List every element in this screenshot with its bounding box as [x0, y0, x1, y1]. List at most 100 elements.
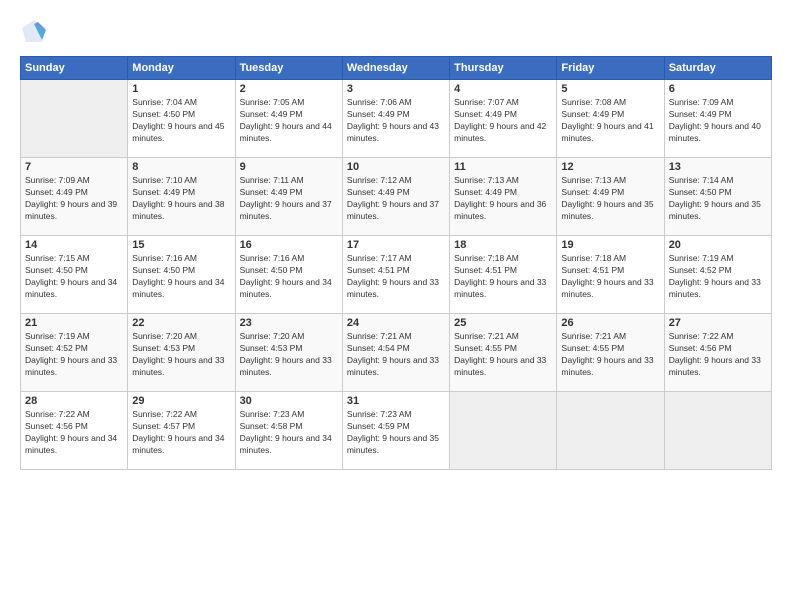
day-info: Sunrise: 7:23 AMSunset: 4:58 PMDaylight:… [240, 409, 338, 457]
day-info: Sunrise: 7:20 AMSunset: 4:53 PMDaylight:… [132, 331, 230, 379]
weekday-header-tuesday: Tuesday [235, 57, 342, 80]
calendar-cell: 24 Sunrise: 7:21 AMSunset: 4:54 PMDayligh… [342, 314, 449, 392]
day-number: 19 [561, 239, 659, 251]
day-number: 27 [669, 317, 767, 329]
calendar-cell: 2 Sunrise: 7:05 AMSunset: 4:49 PMDaylight… [235, 80, 342, 158]
day-number: 13 [669, 161, 767, 173]
day-info: Sunrise: 7:09 AMSunset: 4:49 PMDaylight:… [669, 97, 767, 145]
day-info: Sunrise: 7:10 AMSunset: 4:49 PMDaylight:… [132, 175, 230, 223]
calendar-cell: 19 Sunrise: 7:18 AMSunset: 4:51 PMDayligh… [557, 236, 664, 314]
calendar-cell: 10 Sunrise: 7:12 AMSunset: 4:49 PMDayligh… [342, 158, 449, 236]
calendar-cell: 5Sunrise: 7:08 AMSunset: 4:49 PMDaylight… [557, 80, 664, 158]
day-info: Sunrise: 7:16 AMSunset: 4:50 PMDaylight:… [132, 253, 230, 301]
day-info: Sunrise: 7:19 AMSunset: 4:52 PMDaylight:… [669, 253, 767, 301]
calendar-cell: 13 Sunrise: 7:14 AMSunset: 4:50 PMDayligh… [664, 158, 771, 236]
day-number: 30 [240, 395, 338, 407]
calendar-cell: 9Sunrise: 7:11 AMSunset: 4:49 PMDaylight… [235, 158, 342, 236]
calendar-cell [21, 80, 128, 158]
day-number: 21 [25, 317, 123, 329]
calendar-cell: 6 Sunrise: 7:09 AMSunset: 4:49 PMDaylight… [664, 80, 771, 158]
calendar-cell: 17 Sunrise: 7:17 AMSunset: 4:51 PMDayligh… [342, 236, 449, 314]
calendar-week-4: 21 Sunrise: 7:19 AMSunset: 4:52 PMDayligh… [21, 314, 772, 392]
calendar-cell: 29Sunrise: 7:22 AMSunset: 4:57 PMDayligh… [128, 392, 235, 470]
calendar-cell: 8Sunrise: 7:10 AMSunset: 4:49 PMDaylight… [128, 158, 235, 236]
day-number: 12 [561, 161, 659, 173]
calendar-table: SundayMondayTuesdayWednesdayThursdayFrid… [20, 56, 772, 470]
day-info: Sunrise: 7:18 AMSunset: 4:51 PMDaylight:… [561, 253, 659, 301]
calendar-cell: 18 Sunrise: 7:18 AMSunset: 4:51 PMDayligh… [450, 236, 557, 314]
calendar-cell: 11Sunrise: 7:13 AMSunset: 4:49 PMDayligh… [450, 158, 557, 236]
calendar-cell: 12 Sunrise: 7:13 AMSunset: 4:49 PMDayligh… [557, 158, 664, 236]
day-number: 11 [454, 161, 552, 173]
day-number: 7 [25, 161, 123, 173]
day-number: 24 [347, 317, 445, 329]
calendar-cell: 26Sunrise: 7:21 AMSunset: 4:55 PMDayligh… [557, 314, 664, 392]
day-info: Sunrise: 7:19 AMSunset: 4:52 PMDaylight:… [25, 331, 123, 379]
day-info: Sunrise: 7:09 AMSunset: 4:49 PMDaylight:… [25, 175, 123, 223]
calendar-cell: 23 Sunrise: 7:20 AMSunset: 4:53 PMDayligh… [235, 314, 342, 392]
day-number: 25 [454, 317, 552, 329]
calendar-cell: 14Sunrise: 7:15 AMSunset: 4:50 PMDayligh… [21, 236, 128, 314]
calendar-week-1: 1 Sunrise: 7:04 AMSunset: 4:50 PMDaylight… [21, 80, 772, 158]
day-info: Sunrise: 7:16 AMSunset: 4:50 PMDaylight:… [240, 253, 338, 301]
day-number: 29 [132, 395, 230, 407]
weekday-header-saturday: Saturday [664, 57, 771, 80]
weekday-header-monday: Monday [128, 57, 235, 80]
calendar-week-2: 7 Sunrise: 7:09 AMSunset: 4:49 PMDaylight… [21, 158, 772, 236]
day-number: 2 [240, 83, 338, 95]
day-number: 26 [561, 317, 659, 329]
day-number: 22 [132, 317, 230, 329]
day-info: Sunrise: 7:14 AMSunset: 4:50 PMDaylight:… [669, 175, 767, 223]
day-number: 31 [347, 395, 445, 407]
calendar-cell [557, 392, 664, 470]
calendar-cell: 20 Sunrise: 7:19 AMSunset: 4:52 PMDayligh… [664, 236, 771, 314]
day-number: 23 [240, 317, 338, 329]
day-info: Sunrise: 7:12 AMSunset: 4:49 PMDaylight:… [347, 175, 445, 223]
page: SundayMondayTuesdayWednesdayThursdayFrid… [0, 0, 792, 612]
day-number: 15 [132, 239, 230, 251]
weekday-header-friday: Friday [557, 57, 664, 80]
calendar-cell: 31 Sunrise: 7:23 AMSunset: 4:59 PMDayligh… [342, 392, 449, 470]
day-number: 10 [347, 161, 445, 173]
day-number: 20 [669, 239, 767, 251]
calendar-cell: 30 Sunrise: 7:23 AMSunset: 4:58 PMDayligh… [235, 392, 342, 470]
calendar-cell: 22 Sunrise: 7:20 AMSunset: 4:53 PMDayligh… [128, 314, 235, 392]
calendar-cell: 25 Sunrise: 7:21 AMSunset: 4:55 PMDayligh… [450, 314, 557, 392]
calendar-cell: 27 Sunrise: 7:22 AMSunset: 4:56 PMDayligh… [664, 314, 771, 392]
day-info: Sunrise: 7:20 AMSunset: 4:53 PMDaylight:… [240, 331, 338, 379]
day-number: 17 [347, 239, 445, 251]
day-info: Sunrise: 7:22 AMSunset: 4:56 PMDaylight:… [25, 409, 123, 457]
weekday-header-wednesday: Wednesday [342, 57, 449, 80]
calendar-cell: 28 Sunrise: 7:22 AMSunset: 4:56 PMDayligh… [21, 392, 128, 470]
day-info: Sunrise: 7:18 AMSunset: 4:51 PMDaylight:… [454, 253, 552, 301]
day-number: 9 [240, 161, 338, 173]
header [20, 18, 772, 46]
day-info: Sunrise: 7:23 AMSunset: 4:59 PMDaylight:… [347, 409, 445, 457]
day-info: Sunrise: 7:05 AMSunset: 4:49 PMDaylight:… [240, 97, 338, 145]
weekday-header-row: SundayMondayTuesdayWednesdayThursdayFrid… [21, 57, 772, 80]
weekday-header-thursday: Thursday [450, 57, 557, 80]
day-info: Sunrise: 7:04 AMSunset: 4:50 PMDaylight:… [132, 97, 230, 145]
day-info: Sunrise: 7:17 AMSunset: 4:51 PMDaylight:… [347, 253, 445, 301]
day-number: 3 [347, 83, 445, 95]
day-number: 1 [132, 83, 230, 95]
day-number: 28 [25, 395, 123, 407]
day-info: Sunrise: 7:13 AMSunset: 4:49 PMDaylight:… [561, 175, 659, 223]
weekday-header-sunday: Sunday [21, 57, 128, 80]
day-number: 18 [454, 239, 552, 251]
day-number: 4 [454, 83, 552, 95]
day-number: 6 [669, 83, 767, 95]
calendar-cell [450, 392, 557, 470]
calendar-cell: 15 Sunrise: 7:16 AMSunset: 4:50 PMDayligh… [128, 236, 235, 314]
day-info: Sunrise: 7:21 AMSunset: 4:55 PMDaylight:… [454, 331, 552, 379]
day-info: Sunrise: 7:06 AMSunset: 4:49 PMDaylight:… [347, 97, 445, 145]
calendar-cell: 7 Sunrise: 7:09 AMSunset: 4:49 PMDaylight… [21, 158, 128, 236]
day-info: Sunrise: 7:22 AMSunset: 4:56 PMDaylight:… [669, 331, 767, 379]
day-number: 5 [561, 83, 659, 95]
calendar-cell: 16Sunrise: 7:16 AMSunset: 4:50 PMDayligh… [235, 236, 342, 314]
day-info: Sunrise: 7:07 AMSunset: 4:49 PMDaylight:… [454, 97, 552, 145]
day-info: Sunrise: 7:21 AMSunset: 4:54 PMDaylight:… [347, 331, 445, 379]
calendar-cell: 1 Sunrise: 7:04 AMSunset: 4:50 PMDaylight… [128, 80, 235, 158]
calendar-week-5: 28 Sunrise: 7:22 AMSunset: 4:56 PMDayligh… [21, 392, 772, 470]
calendar-cell: 3 Sunrise: 7:06 AMSunset: 4:49 PMDaylight… [342, 80, 449, 158]
